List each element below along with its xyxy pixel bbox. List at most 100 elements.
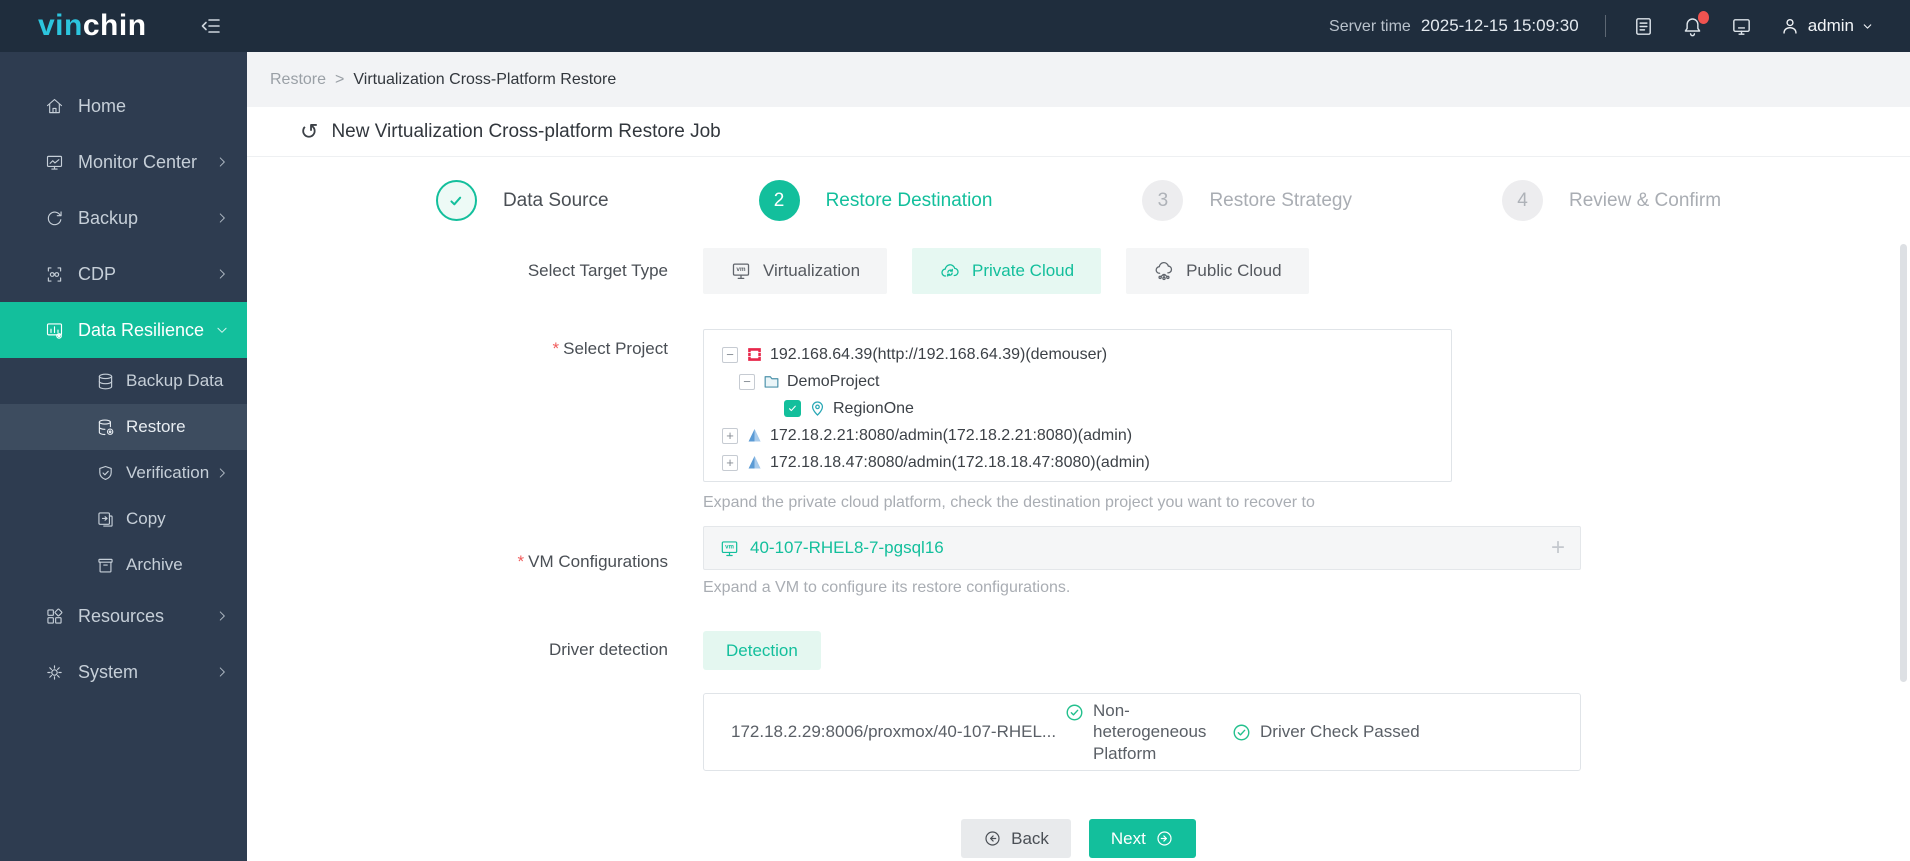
next-arrow-icon [1157,831,1172,846]
restore-job-icon: ↺ [300,118,319,144]
tree-node-platform-47[interactable]: + 172.18.18.47:8080/admin(172.18.18.47:8… [722,449,1441,476]
back-button[interactable]: Back [961,819,1071,858]
tree-expand-toggle[interactable]: + [722,427,738,444]
data-resilience-icon [46,322,63,339]
notification-badge [1697,10,1709,24]
step-number: 3 [1142,180,1184,221]
sidebar-item-system[interactable]: System [0,644,247,700]
sidebar-item-label: Verification [126,463,210,482]
vm-configuration-row[interactable]: vm 40-107-RHEL8-7-pgsql16 + [703,526,1581,570]
detection-button[interactable]: Detection [703,631,821,670]
sidebar-item-label: Monitor Center [78,151,198,172]
target-type-label: Select Target Type [527,261,668,280]
report-icon[interactable] [1632,15,1655,38]
sidebar-collapse-icon[interactable] [199,14,223,38]
sidebar-item-cdp[interactable]: CDP [0,246,247,302]
chevron-right-icon [215,155,229,169]
tree-node-label: DemoProject [787,372,880,390]
step-label: Restore Strategy [1209,189,1353,211]
step-data-source[interactable]: Data Source [435,180,609,221]
tree-collapse-toggle[interactable]: − [722,346,738,363]
sidebar-item-label: Resources [78,605,165,626]
sidebar: Home Monitor Center Backup CDP Data Resi… [0,52,247,861]
driver-check-status: Driver Check Passed [1231,722,1420,743]
sidebar-item-label: Archive [126,555,183,574]
next-button[interactable]: Next [1088,819,1196,858]
sidebar-item-archive[interactable]: Archive [0,542,247,588]
vertical-scrollbar-thumb[interactable] [1900,244,1907,682]
step-label: Data Source [502,189,609,211]
tree-node-label: 172.18.2.21:8080/admin(172.18.2.21:8080)… [770,426,1133,444]
tree-node-label: 172.18.18.47:8080/admin(172.18.18.47:808… [770,453,1150,471]
target-type-option-label: Private Cloud [972,261,1075,280]
server-time: Server time 2025-12-15 15:09:30 [1329,16,1579,35]
step-check-icon [435,180,477,221]
copy-icon [98,511,113,527]
sidebar-item-verification[interactable]: Verification [0,450,247,496]
step-number: 2 [758,180,800,221]
sidebar-item-monitor-center[interactable]: Monitor Center [0,134,247,190]
svg-text:vm: vm [736,266,746,273]
tree-node-region-one[interactable]: RegionOne [784,395,1441,422]
archive-box-icon [98,558,113,572]
console-display-icon[interactable] [1730,15,1753,38]
step-label: Review & Confirm [1569,189,1722,211]
step-restore-destination[interactable]: 2 Restore Destination [758,180,993,221]
step-restore-strategy[interactable]: 3 Restore Strategy [1142,180,1352,221]
sidebar-item-label: CDP [78,263,117,284]
sidebar-item-restore[interactable]: Restore [0,404,247,450]
expand-plus-icon[interactable]: + [1551,534,1565,562]
tree-expand-toggle[interactable]: + [722,454,738,471]
platform-status: Non-heterogeneous Platform [1064,700,1211,764]
location-pin-icon [808,399,827,418]
tree-collapse-toggle[interactable]: − [739,373,755,390]
cdp-icon [47,266,62,282]
region-checkbox-checked[interactable] [784,400,801,417]
step-label: Restore Destination [825,189,993,211]
breadcrumb-current: Virtualization Cross-Platform Restore [353,70,617,88]
target-type-private-cloud-button[interactable]: Private Cloud [912,248,1102,294]
backup-icon [47,210,62,225]
target-type-options: vm Virtualization Private Cloud Public C… [703,248,1309,294]
page-title-row: ↺ New Virtualization Cross-platform Rest… [247,107,1910,157]
vinchin-logo: vinchin [38,11,147,41]
notification-bell-icon[interactable] [1681,10,1709,38]
chevron-right-icon [215,466,229,480]
sidebar-item-resources[interactable]: Resources [0,588,247,644]
next-button-label: Next [1110,828,1146,848]
sidebar-item-data-resilience[interactable]: Data Resilience [0,302,247,358]
user-icon [1783,18,1797,34]
vm-monitor-icon: vm [732,263,750,279]
header-divider [1604,15,1606,37]
sidebar-item-label: Backup [78,207,139,228]
tree-node-label: RegionOne [833,399,914,417]
platform-status-text: Non-heterogeneous Platform [1093,701,1207,763]
sidebar-item-backup[interactable]: Backup [0,190,247,246]
sidebar-item-label: Data Resilience [78,319,205,340]
tree-node-demo-project[interactable]: − DemoProject [739,368,1441,395]
tree-node-platform-21[interactable]: + 172.18.2.21:8080/admin(172.18.2.21:808… [722,422,1441,449]
vm-name: 40-107-RHEL8-7-pgsql16 [750,538,944,557]
select-project-label: * Select Project [552,339,668,358]
sidebar-item-label: System [78,661,139,682]
wizard-stepper: Data Source 2 Restore Destination 3 Rest… [247,180,1910,221]
sidebar-item-copy[interactable]: Copy [0,496,247,542]
chevron-right-icon [215,211,229,225]
wizard-card: ↺ New Virtualization Cross-platform Rest… [247,107,1910,861]
target-type-public-cloud-button[interactable]: Public Cloud [1126,248,1309,294]
target-type-virtualization-button[interactable]: vm Virtualization [703,248,888,294]
chevron-right-icon [215,267,229,281]
step-review-confirm[interactable]: 4 Review & Confirm [1502,180,1721,221]
monitor-icon [46,155,63,170]
vm-configurations-hint: Expand a VM to configure its restore con… [703,579,1071,596]
tree-node-openstack-platform[interactable]: − 192.168.64.39(http://192.168.64.39)(de… [722,341,1441,368]
database-icon [98,373,113,389]
user-menu[interactable]: admin [1779,15,1874,37]
sidebar-item-backup-data[interactable]: Backup Data [0,358,247,404]
driver-detection-label: Driver detection [548,640,668,659]
back-button-label: Back [1011,828,1049,848]
top-header: vinchin Server time 2025-12-15 15:09:30 a… [0,0,1910,52]
sidebar-item-home[interactable]: Home [0,78,247,134]
main-content: Restore > Virtualization Cross-Platform … [247,52,1910,861]
breadcrumb-parent[interactable]: Restore [270,71,326,89]
